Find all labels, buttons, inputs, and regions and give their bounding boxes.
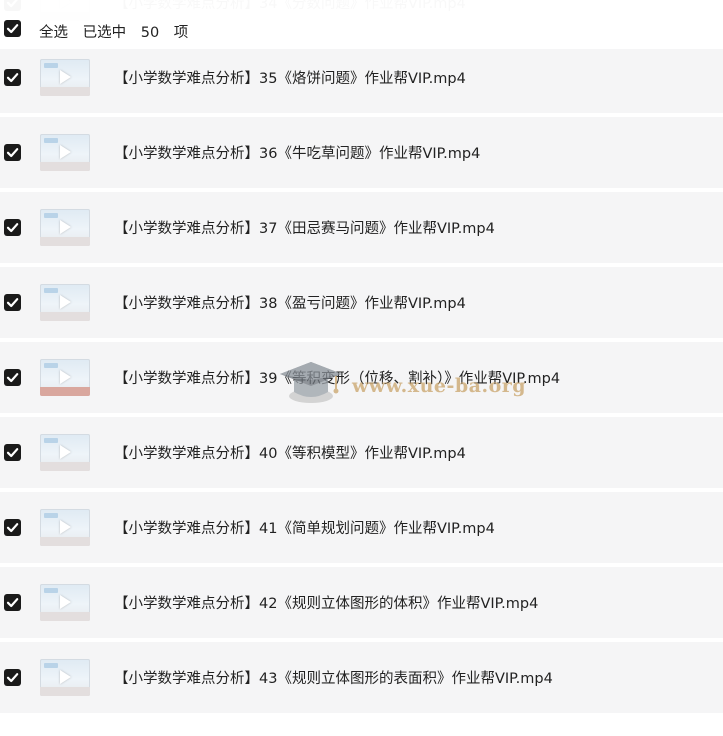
video-thumbnail[interactable] [40,359,90,396]
checkmark-icon [6,298,19,308]
checkmark-icon [6,148,19,158]
video-thumbnail[interactable] [40,284,90,321]
file-checkbox[interactable] [4,144,21,161]
file-row[interactable]: 【小学数学难点分析】40《等积模型》作业帮VIP.mp4 [0,417,723,488]
file-name[interactable]: 【小学数学难点分析】35《烙饼问题》作业帮VIP.mp4 [114,67,466,88]
select-all-label[interactable]: 全选 [39,25,68,41]
play-icon [60,145,71,159]
selection-toolbar: 全选 已选中 50 项 [0,0,723,49]
video-thumbnail[interactable] [40,59,90,96]
video-thumbnail[interactable] [40,509,90,546]
graduation-cap-icon [280,362,342,403]
watermark-text: www.xue-ba.org [352,375,527,397]
file-name[interactable]: 【小学数学难点分析】36《牛吃草问题》作业帮VIP.mp4 [114,142,480,163]
checkmark-icon [6,24,19,34]
video-thumbnail[interactable] [40,434,90,471]
file-row[interactable]: 【小学数学难点分析】36《牛吃草问题》作业帮VIP.mp4 [0,117,723,188]
checkmark-icon [6,523,19,533]
video-thumbnail[interactable] [40,134,90,171]
play-icon [60,370,71,384]
watermark: www.xue-ba.org [278,358,526,408]
video-thumbnail[interactable] [40,209,90,246]
file-name[interactable]: 【小学数学难点分析】38《盈亏问题》作业帮VIP.mp4 [114,292,466,313]
file-row[interactable]: 【小学数学难点分析】35《烙饼问题》作业帮VIP.mp4 [0,42,723,113]
selected-label: 已选中 [82,25,127,41]
checkmark-icon [6,448,19,458]
video-thumbnail[interactable] [40,659,90,696]
file-checkbox[interactable] [4,219,21,236]
selected-unit: 项 [173,25,189,41]
file-checkbox[interactable] [4,444,21,461]
file-checkbox[interactable] [4,369,21,386]
file-row[interactable]: 【小学数学难点分析】42《规则立体图形的体积》作业帮VIP.mp4 [0,567,723,638]
file-row[interactable]: 【小学数学难点分析】38《盈亏问题》作业帮VIP.mp4 [0,267,723,338]
play-icon [60,220,71,234]
selected-count: 50 [140,25,160,41]
file-checkbox[interactable] [4,519,21,536]
checkmark-icon [6,73,19,83]
file-row[interactable]: 【小学数学难点分析】43《规则立体图形的表面积》作业帮VIP.mp4 [0,642,723,713]
file-checkbox[interactable] [4,594,21,611]
file-checkbox[interactable] [4,294,21,311]
play-icon [60,595,71,609]
file-list-view: 全选 已选中 50 项 【小学数学难点分析】34《分数问题》作业帮VIP.mp4… [0,0,723,736]
checkmark-icon [6,223,19,233]
selection-summary: 全选 已选中 50 项 [39,21,198,42]
checkmark-icon [6,673,19,683]
file-row[interactable]: 【小学数学难点分析】41《简单规划问题》作业帮VIP.mp4 [0,492,723,563]
play-icon [60,670,71,684]
file-checkbox[interactable] [4,669,21,686]
file-row[interactable]: 【小学数学难点分析】37《田忌赛马问题》作业帮VIP.mp4 [0,192,723,263]
file-checkbox[interactable] [4,69,21,86]
video-thumbnail[interactable] [40,584,90,621]
checkmark-icon [6,373,19,383]
file-name[interactable]: 【小学数学难点分析】42《规则立体图形的体积》作业帮VIP.mp4 [114,592,538,613]
play-icon [60,520,71,534]
play-icon [60,445,71,459]
file-name[interactable]: 【小学数学难点分析】37《田忌赛马问题》作业帮VIP.mp4 [114,217,495,238]
play-icon [60,70,71,84]
select-all-checkbox[interactable] [4,20,21,37]
file-name[interactable]: 【小学数学难点分析】41《简单规划问题》作业帮VIP.mp4 [114,517,495,538]
play-icon [60,295,71,309]
file-name[interactable]: 【小学数学难点分析】40《等积模型》作业帮VIP.mp4 [114,442,466,463]
file-name[interactable]: 【小学数学难点分析】43《规则立体图形的表面积》作业帮VIP.mp4 [114,667,553,688]
checkmark-icon [6,598,19,608]
